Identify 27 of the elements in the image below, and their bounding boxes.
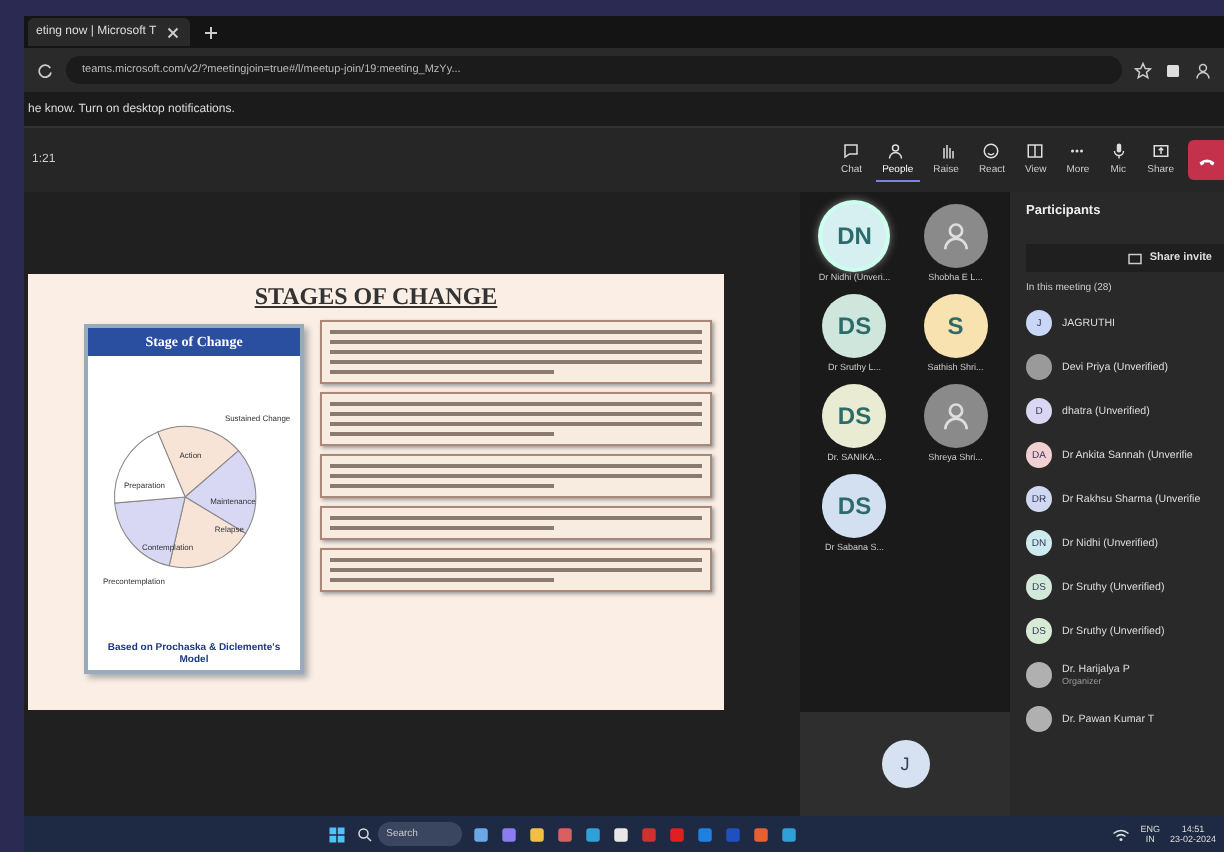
stage-wheel-drawing <box>114 425 257 569</box>
avatar: DS <box>822 474 887 538</box>
slide-title: STAGES OF CHANGE <box>252 282 500 312</box>
person-icon[interactable] <box>939 220 972 252</box>
leave-button[interactable] <box>1188 140 1224 180</box>
avatar: DN <box>822 204 887 268</box>
search-icon[interactable] <box>356 825 375 843</box>
star-icon[interactable] <box>1134 61 1152 79</box>
share-icon <box>1151 142 1170 160</box>
refresh-icon[interactable] <box>36 61 54 79</box>
plus-icon[interactable] <box>202 23 221 41</box>
avatar: DS <box>822 384 887 448</box>
share-icon[interactable] <box>1125 249 1144 267</box>
wifi-icon[interactable] <box>1112 825 1131 843</box>
person-icon[interactable] <box>939 400 972 432</box>
avatar: DS <box>822 294 887 358</box>
close-icon[interactable] <box>164 23 183 41</box>
view-icon <box>1026 142 1045 160</box>
avatar: J <box>881 740 929 788</box>
start-icon[interactable] <box>328 825 347 843</box>
react-icon <box>982 142 1001 160</box>
mic-icon <box>1109 142 1128 160</box>
profile-icon[interactable] <box>1194 61 1212 79</box>
avatar: S <box>923 294 988 358</box>
raise-icon <box>937 142 956 160</box>
chat-icon <box>842 142 861 160</box>
people-icon <box>888 142 907 160</box>
